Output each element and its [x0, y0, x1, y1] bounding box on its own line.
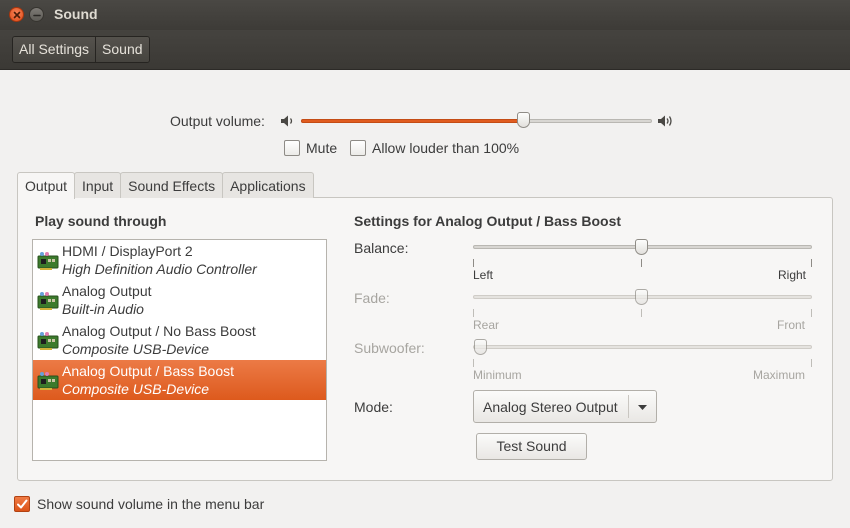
subwoofer-tick-left: [473, 359, 474, 367]
fade-rear-label: Rear: [473, 318, 500, 332]
subwoofer-tick-right: [811, 359, 812, 367]
fade-label: Fade:: [354, 290, 390, 306]
device-name: Analog Output / No Bass Boost: [62, 323, 256, 339]
speaker-high-icon: [658, 115, 672, 127]
subwoofer-minimum-label: Minimum: [473, 368, 522, 382]
device-name: HDMI / DisplayPort 2: [62, 243, 193, 259]
device-item-bass-boost[interactable]: Analog Output / Bass Boost Composite USB…: [33, 360, 326, 400]
output-volume-handle[interactable]: [517, 112, 530, 128]
sound-card-icon: [37, 372, 59, 390]
mode-dropdown[interactable]: Analog Stereo Output: [473, 390, 657, 423]
output-volume-level: [301, 119, 523, 123]
mode-label: Mode:: [354, 399, 393, 415]
subwoofer-label: Subwoofer:: [354, 340, 425, 356]
tab-input[interactable]: Input: [74, 172, 122, 198]
fade-tick-left: [473, 309, 474, 317]
device-list[interactable]: HDMI / DisplayPort 2 High Definition Aud…: [32, 239, 327, 461]
device-description: Built-in Audio: [62, 301, 144, 317]
close-icon[interactable]: [9, 7, 24, 22]
balance-right-label: Right: [778, 268, 807, 282]
device-item-no-bass-boost[interactable]: Analog Output / No Bass Boost Composite …: [33, 320, 326, 360]
test-sound-button[interactable]: Test Sound: [476, 433, 587, 460]
minimize-icon[interactable]: [29, 7, 44, 22]
sound-card-icon: [37, 332, 59, 350]
mode-dropdown-value: Analog Stereo Output: [483, 399, 618, 415]
breadcrumb-sound[interactable]: Sound: [95, 37, 149, 62]
toolbar: All Settings Sound: [0, 30, 850, 70]
breadcrumb: All Settings Sound: [12, 36, 150, 63]
speaker-low-icon: [281, 115, 293, 127]
subwoofer-maximum-label: Maximum: [753, 368, 806, 382]
menu-bar-checkbox[interactable]: [14, 496, 30, 512]
dropdown-separator: [628, 395, 629, 418]
subwoofer-slider[interactable]: [473, 345, 812, 349]
device-name: Analog Output: [62, 283, 152, 299]
chevron-down-icon: [638, 405, 647, 410]
mute-label: Mute: [306, 140, 338, 156]
window-title: Sound: [54, 6, 98, 22]
play-through-heading: Play sound through: [35, 213, 167, 229]
tab-output[interactable]: Output: [17, 172, 76, 199]
settings-heading: Settings for Analog Output / Bass Boost: [354, 213, 622, 229]
fade-front-label: Front: [777, 318, 806, 332]
menu-bar-option-label: Show sound volume in the menu bar: [37, 496, 265, 512]
allow-louder-label: Allow louder than 100%: [372, 140, 520, 156]
balance-label: Balance:: [354, 240, 409, 256]
sound-card-icon: [37, 252, 59, 270]
breadcrumb-all-settings[interactable]: All Settings: [13, 37, 96, 62]
tab-bar: Output Input Sound Effects Applications: [17, 172, 314, 199]
tab-applications[interactable]: Applications: [222, 172, 314, 198]
fade-tick-center: [641, 309, 642, 317]
checkmark-icon: [17, 499, 28, 509]
title-bar: Sound: [0, 0, 850, 30]
allow-louder-checkbox[interactable]: [350, 140, 366, 156]
device-description: Composite USB-Device: [62, 341, 210, 357]
fade-tick-right: [811, 309, 812, 317]
sound-card-icon: [37, 292, 59, 310]
output-volume-label: Output volume:: [170, 113, 265, 129]
device-description: High Definition Audio Controller: [62, 261, 257, 277]
device-description: Composite USB-Device: [62, 381, 210, 397]
balance-handle[interactable]: [635, 239, 648, 255]
device-name: Analog Output / Bass Boost: [62, 363, 234, 379]
balance-tick-center: [641, 259, 642, 267]
balance-tick-left: [473, 259, 474, 267]
fade-handle[interactable]: [635, 289, 648, 305]
device-item-analog[interactable]: Analog Output Built-in Audio: [33, 280, 326, 320]
balance-tick-right: [811, 259, 812, 267]
subwoofer-handle[interactable]: [474, 339, 487, 355]
tab-sound-effects[interactable]: Sound Effects: [120, 172, 224, 198]
mute-checkbox[interactable]: [284, 140, 300, 156]
device-item-hdmi[interactable]: HDMI / DisplayPort 2 High Definition Aud…: [33, 240, 326, 280]
balance-left-label: Left: [473, 268, 494, 282]
